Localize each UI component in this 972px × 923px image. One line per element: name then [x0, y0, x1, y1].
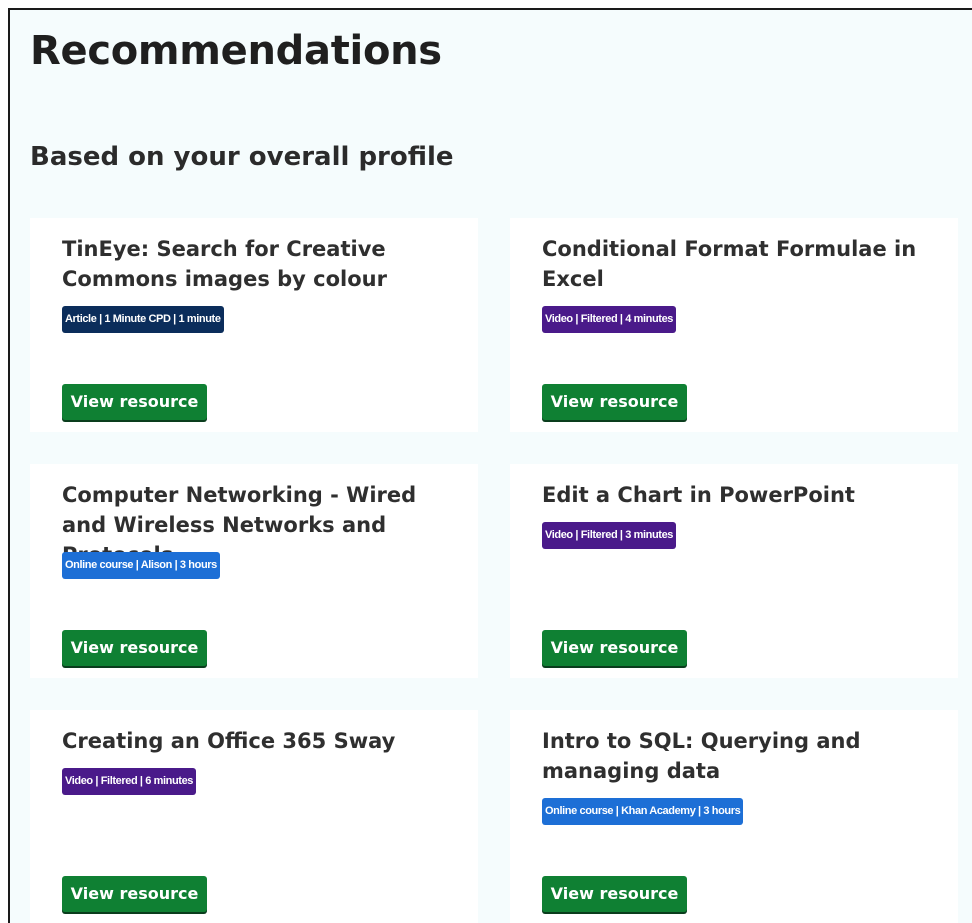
resource-meta-badge: Video | Filtered | 3 minutes [542, 522, 677, 549]
view-resource-button[interactable]: View resource [542, 876, 687, 912]
resource-card: Creating an Office 365 Sway Video | Filt… [30, 710, 478, 923]
resource-card: Conditional Format Formulae in Excel Vid… [510, 218, 958, 432]
page-title: Recommendations [30, 28, 442, 74]
resource-meta-badge: Article | 1 Minute CPD | 1 minute [62, 306, 224, 333]
resource-meta-badge: Online course | Khan Academy | 3 hours [542, 798, 744, 825]
resource-meta-badge: Video | Filtered | 4 minutes [542, 306, 677, 333]
resource-meta-badge: Video | Filtered | 6 minutes [62, 768, 197, 795]
resource-title: Edit a Chart in PowerPoint [542, 483, 855, 507]
resource-title: TinEye: Search for Creative Commons imag… [62, 237, 387, 291]
section-heading: Based on your overall profile [30, 142, 454, 172]
view-resource-button[interactable]: View resource [62, 630, 207, 666]
resource-card: TinEye: Search for Creative Commons imag… [30, 218, 478, 432]
resource-title: Creating an Office 365 Sway [62, 729, 396, 753]
resource-card: Intro to SQL: Querying and managing data… [510, 710, 958, 923]
recommendations-panel: Recommendations Based on your overall pr… [8, 8, 972, 923]
resource-card: Computer Networking - Wired and Wireless… [30, 464, 478, 678]
view-resource-button[interactable]: View resource [542, 384, 687, 420]
resource-card: Edit a Chart in PowerPoint Video | Filte… [510, 464, 958, 678]
resource-title: Intro to SQL: Querying and managing data [542, 729, 861, 783]
view-resource-button[interactable]: View resource [542, 630, 687, 666]
view-resource-button[interactable]: View resource [62, 876, 207, 912]
view-resource-button[interactable]: View resource [62, 384, 207, 420]
resource-title: Conditional Format Formulae in Excel [542, 237, 917, 291]
resource-meta-badge: Online course | Alison | 3 hours [62, 552, 220, 579]
